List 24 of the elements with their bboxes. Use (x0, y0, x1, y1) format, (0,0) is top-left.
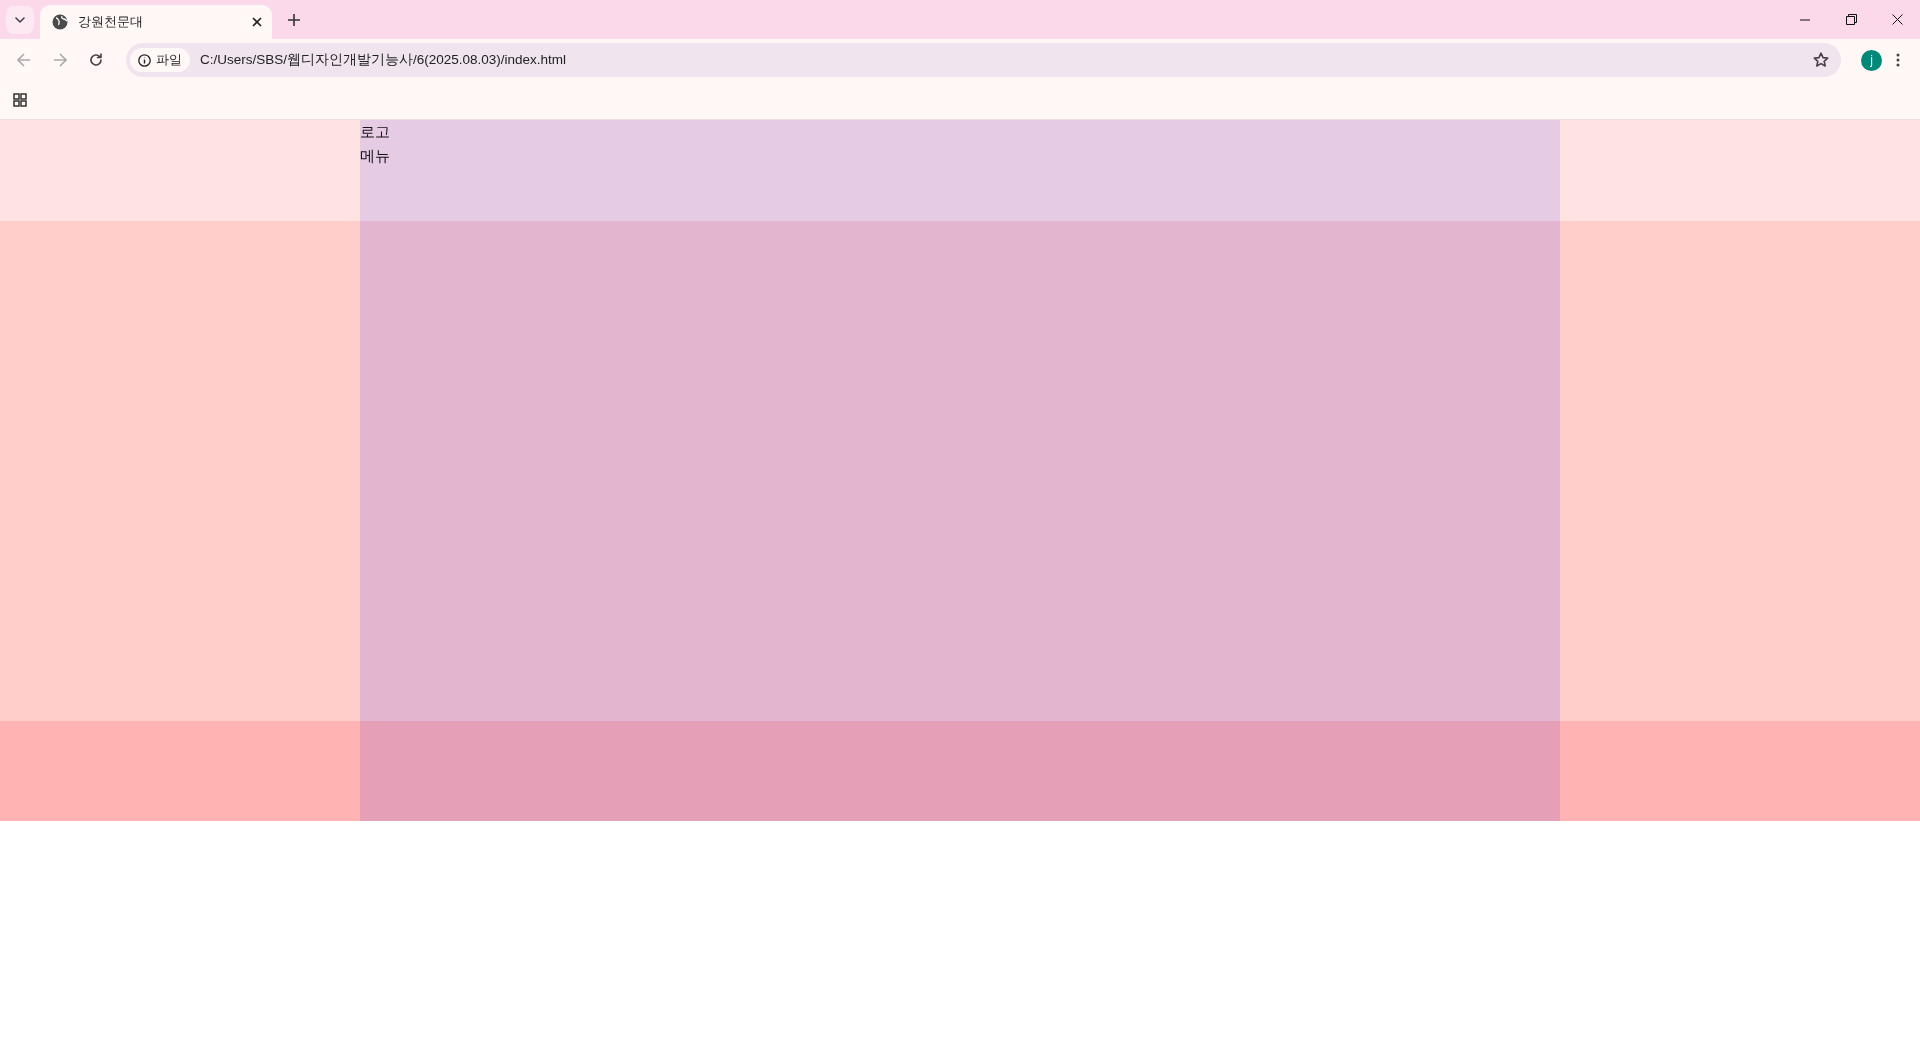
info-icon (138, 53, 151, 67)
plus-icon (288, 14, 300, 26)
tab-list-button[interactable] (6, 6, 34, 34)
browser-tab[interactable]: 강원천문대 (40, 5, 272, 39)
profile-avatar[interactable]: j (1861, 49, 1882, 71)
chevron-down-icon (14, 16, 26, 24)
reload-icon (89, 53, 103, 67)
back-arrow-icon (17, 53, 31, 67)
site-info-chip[interactable]: 파일 (130, 48, 190, 72)
address-bar[interactable]: 파일 C:/Users/SBS/웹디자인개발기능사/6(2025.08.03)/index.html (126, 43, 1841, 77)
grid-icon (13, 93, 27, 107)
more-menu-icon[interactable] (1896, 53, 1900, 67)
restore-icon (1845, 14, 1857, 25)
url-text: C:/Users/SBS/웹디자인개발기능사/6(2025.08.03)/index.html (200, 51, 568, 69)
tab-title: 강원천문대 (78, 13, 144, 31)
close-icon[interactable] (252, 17, 262, 27)
globe-icon (52, 14, 68, 30)
logo-text: 로고 (360, 122, 390, 143)
minimize-icon (1800, 18, 1810, 21)
menu-text: 메뉴 (360, 146, 390, 167)
apps-button[interactable] (10, 90, 30, 110)
forward-arrow-icon (53, 53, 67, 67)
close-icon (1891, 14, 1903, 25)
star-icon (1813, 52, 1829, 68)
